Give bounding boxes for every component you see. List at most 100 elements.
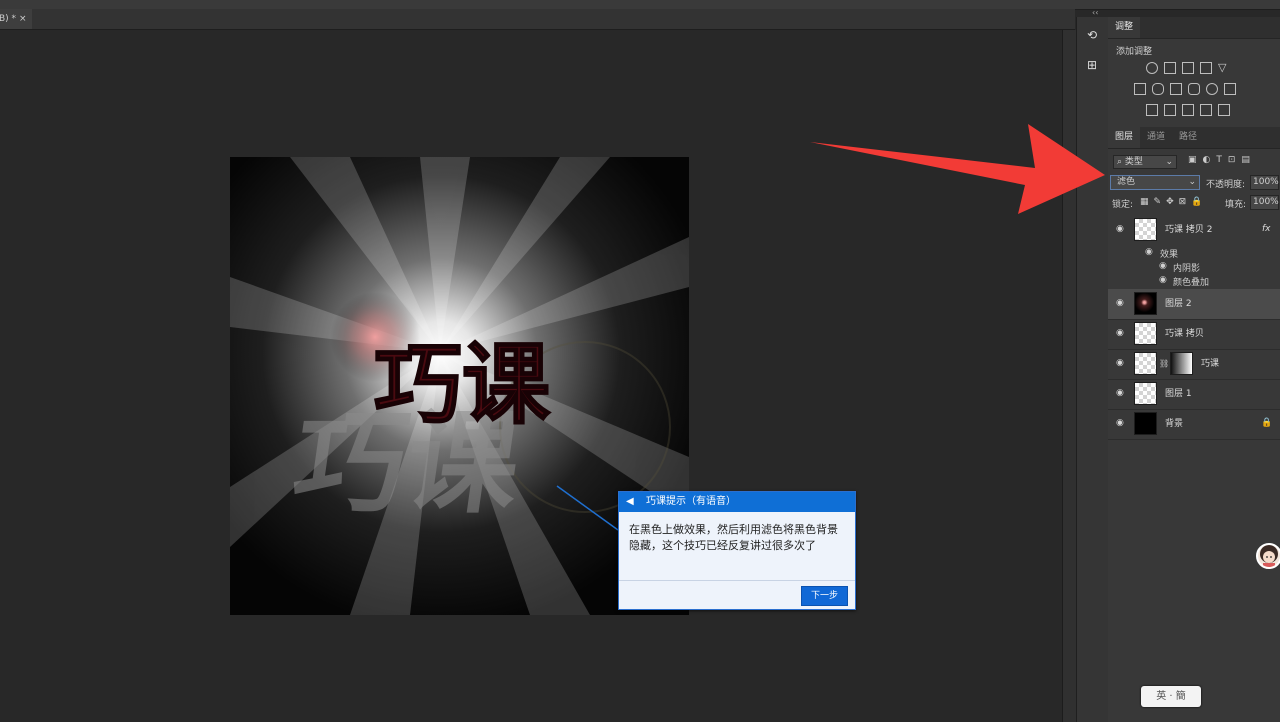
layer-filter-icons[interactable]: ▣◐T⊡▤	[1188, 155, 1256, 165]
layer-thumbnail	[1134, 412, 1157, 435]
lock-icon[interactable]: 🔒	[1261, 418, 1272, 428]
next-step-button[interactable]: 下一步	[801, 586, 848, 606]
adjustments-tabbar: 调整	[1108, 17, 1280, 39]
curves-icon[interactable]	[1182, 62, 1194, 74]
black-white-icon[interactable]	[1170, 83, 1182, 95]
layer-row[interactable]: ◉ 巧课 拷贝 2 fx ◉ 效果 ◉ 内阴影 ◉ 颜色叠加	[1108, 215, 1280, 290]
lock-icons: ▦✎✥⊠🔒	[1140, 197, 1207, 207]
lock-position-icon[interactable]: ✥	[1166, 197, 1179, 207]
tab-paths[interactable]: 路径	[1172, 127, 1204, 148]
fill-label: 填充:	[1225, 200, 1247, 210]
layer-thumbnail	[1134, 322, 1157, 345]
smart-filter-icon[interactable]: ▤	[1241, 155, 1256, 165]
invert-icon[interactable]	[1146, 104, 1158, 116]
visibility-eye-icon[interactable]: ◉	[1116, 225, 1126, 234]
layer-name: 巧课	[1201, 359, 1220, 369]
tip-message: 在黑色上做效果，然后利用滤色将黑色背景隐藏，这个技巧已经反复讲过很多次了	[629, 523, 838, 552]
gradient-map-icon[interactable]	[1218, 104, 1230, 116]
properties-icon[interactable]: ⊞	[1083, 57, 1101, 73]
chevron-down-icon: ⌄	[1188, 177, 1196, 187]
lock-artboard-icon[interactable]: ⊠	[1179, 197, 1192, 207]
lock-transparent-icon[interactable]: ▦	[1140, 197, 1154, 207]
layers-tabbar: 图层 通道 路径	[1108, 127, 1280, 149]
layer-thumbnail	[1134, 292, 1157, 315]
visibility-eye-icon[interactable]: ◉	[1116, 329, 1126, 338]
type-filter-icon[interactable]: T	[1216, 155, 1228, 165]
effect-color-overlay[interactable]: 颜色叠加	[1173, 275, 1209, 288]
document-tab-title: B) *	[0, 14, 17, 24]
speaker-icon[interactable]: ◀	[626, 492, 634, 512]
opacity-input[interactable]: 100%	[1250, 175, 1279, 190]
pixel-filter-icon[interactable]: ▣	[1188, 155, 1203, 165]
layer-filter-select[interactable]: ⌕ 类型 ⌄	[1113, 155, 1177, 169]
color-balance-icon[interactable]	[1152, 83, 1164, 95]
posterize-icon[interactable]	[1164, 104, 1176, 116]
visibility-eye-icon[interactable]: ◉	[1116, 419, 1126, 428]
panel-toolstrip: ⟲ ⊞	[1076, 17, 1109, 722]
tab-layers[interactable]: 图层	[1108, 127, 1141, 148]
visibility-eye-icon[interactable]: ◉	[1116, 299, 1126, 308]
opacity-label: 不透明度:	[1206, 180, 1246, 190]
color-lookup-icon[interactable]	[1224, 83, 1236, 95]
tip-title: 巧课提示（有语音）	[646, 496, 736, 507]
visibility-eye-icon[interactable]: ◉	[1116, 389, 1126, 398]
effects-label: 效果	[1160, 250, 1179, 260]
photo-filter-icon[interactable]	[1188, 83, 1200, 95]
effect-eye-icon[interactable]: ◉	[1159, 275, 1167, 285]
canvas-main-text: 巧课	[374, 333, 551, 436]
vibrance-icon[interactable]: ▽	[1218, 62, 1230, 74]
adjustment-filter-icon[interactable]: ◐	[1203, 155, 1217, 165]
right-panel: 调整 添加调整 ▽ 图层 通道 路径 ⌕ 类型 ⌄ ▣◐T⊡▤ 滤色 ⌄ 不透明…	[1108, 17, 1280, 722]
tip-divider	[619, 580, 855, 581]
hue-saturation-icon[interactable]	[1134, 83, 1146, 95]
shape-filter-icon[interactable]: ⊡	[1228, 155, 1242, 165]
avatar-face-icon	[1260, 545, 1278, 567]
collapse-panels-icon[interactable]: ‹‹	[1092, 8, 1098, 17]
layer-row[interactable]: ◉ 背景 🔒	[1108, 409, 1280, 440]
search-icon: ⌕	[1117, 157, 1123, 167]
avatar[interactable]	[1256, 543, 1280, 569]
selective-color-icon[interactable]	[1200, 104, 1212, 116]
layer-name: 巧课 拷贝	[1165, 329, 1204, 339]
add-adjustment-label: 添加调整	[1116, 47, 1153, 57]
fill-input[interactable]: 100%	[1250, 195, 1279, 210]
layer-thumbnail	[1134, 382, 1157, 405]
brightness-icon[interactable]	[1146, 62, 1158, 74]
exposure-icon[interactable]	[1200, 62, 1212, 74]
layer-mask-thumbnail[interactable]	[1170, 352, 1193, 375]
tip-header: ◀ 巧课提示（有语音）	[619, 492, 855, 512]
channel-mixer-icon[interactable]	[1206, 83, 1218, 95]
workspace-scrollbar[interactable]	[1062, 30, 1076, 722]
history-icon[interactable]: ⟲	[1083, 27, 1101, 43]
document-tab-bar: B) * ×	[0, 9, 1075, 30]
layer-thumbnail	[1134, 218, 1157, 241]
effect-inner-shadow[interactable]: 内阴影	[1173, 261, 1200, 274]
layer-row[interactable]: ◉ 图层 1	[1108, 379, 1280, 410]
tab-adjustments[interactable]: 调整	[1108, 17, 1141, 38]
layer-name: 巧课 拷贝 2	[1165, 225, 1213, 235]
lock-image-icon[interactable]: ✎	[1154, 197, 1167, 207]
layer-name: 图层 1	[1165, 389, 1192, 399]
layer-row[interactable]: ◉ ⛓ 巧课	[1108, 349, 1280, 380]
mask-link-icon[interactable]: ⛓	[1159, 359, 1169, 368]
layer-row[interactable]: ◉ 图层 2	[1108, 289, 1280, 320]
layer-name: 背景	[1165, 419, 1184, 429]
blend-mode-value: 滤色	[1117, 177, 1136, 187]
ime-indicator[interactable]: 英 · 簡	[1141, 686, 1201, 707]
lock-all-icon[interactable]: 🔒	[1191, 197, 1207, 207]
tab-channels[interactable]: 通道	[1140, 127, 1172, 148]
fx-badge[interactable]: fx	[1262, 224, 1271, 234]
effect-eye-icon[interactable]: ◉	[1159, 261, 1167, 271]
layer-filter-value: 类型	[1124, 157, 1143, 167]
tip-dialog: ◀ 巧课提示（有语音） 在黑色上做效果，然后利用滤色将黑色背景隐藏，这个技巧已经…	[618, 491, 856, 610]
visibility-eye-icon[interactable]: ◉	[1116, 359, 1126, 368]
threshold-icon[interactable]	[1182, 104, 1194, 116]
document-tab[interactable]: B) * ×	[0, 9, 32, 29]
levels-icon[interactable]	[1164, 62, 1176, 74]
layer-thumbnail	[1134, 352, 1157, 375]
layer-name: 图层 2	[1165, 299, 1192, 309]
blend-mode-select[interactable]: 滤色 ⌄	[1110, 175, 1200, 190]
effects-eye-icon[interactable]: ◉	[1145, 247, 1153, 257]
layer-row[interactable]: ◉ 巧课 拷贝	[1108, 319, 1280, 350]
close-tab-icon[interactable]: ×	[19, 9, 27, 29]
